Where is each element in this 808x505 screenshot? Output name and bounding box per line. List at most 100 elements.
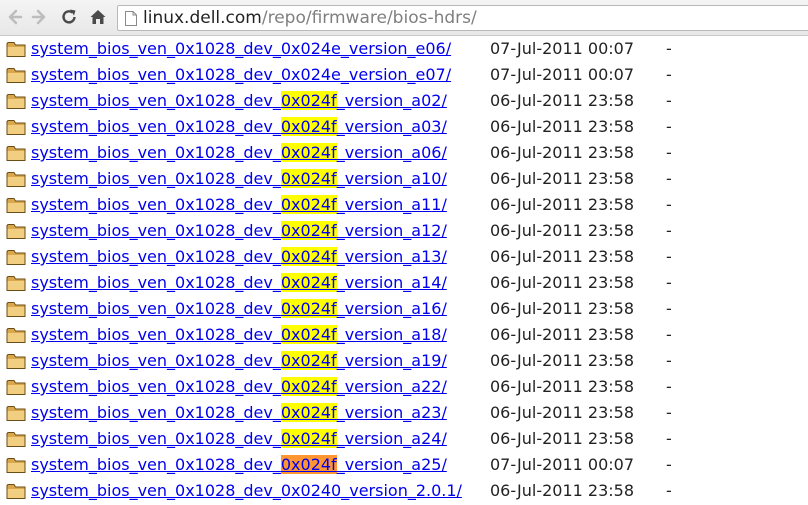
file-size: - [666, 221, 672, 240]
list-item: system_bios_ven_0x1028_dev_0x024f_versio… [0, 89, 808, 115]
directory-name-prefix: system_bios_ven_0x1028_dev_0x0240_versio… [31, 481, 462, 500]
folder-icon [6, 380, 26, 395]
find-match-highlight: 0x024f [280, 299, 337, 318]
file-size: - [666, 403, 672, 422]
url-path: /repo/firmware/bios-hdrs/ [261, 8, 477, 28]
list-item: system_bios_ven_0x1028_dev_0x024f_versio… [0, 375, 808, 401]
find-match-highlight: 0x024f [280, 221, 337, 240]
directory-name-suffix: _version_a25/ [336, 455, 447, 474]
directory-link[interactable]: system_bios_ven_0x1028_dev_0x024f_versio… [31, 220, 447, 242]
modified-date: 06-Jul-2011 23:58 [490, 117, 635, 136]
list-item: system_bios_ven_0x1028_dev_0x024e_versio… [0, 63, 808, 89]
file-size: - [666, 481, 672, 500]
modified-date: 06-Jul-2011 23:58 [490, 91, 635, 110]
directory-link[interactable]: system_bios_ven_0x1028_dev_0x024e_versio… [31, 38, 451, 60]
directory-link[interactable]: system_bios_ven_0x1028_dev_0x024f_versio… [31, 298, 447, 320]
modified-date: 06-Jul-2011 23:58 [490, 169, 635, 188]
back-button[interactable] [3, 6, 25, 28]
directory-name-prefix: system_bios_ven_0x1028_dev_ [31, 325, 281, 344]
modified-date: 06-Jul-2011 23:58 [490, 273, 635, 292]
folder-icon [6, 354, 26, 369]
modified-date: 06-Jul-2011 23:58 [490, 429, 635, 448]
browser-toolbar: linux.dell.com/repo/firmware/bios-hdrs/ [0, 0, 808, 36]
find-match-highlight: 0x024f [280, 403, 337, 422]
reload-icon [62, 9, 76, 24]
directory-link[interactable]: system_bios_ven_0x1028_dev_0x024f_versio… [31, 324, 447, 346]
directory-link[interactable]: system_bios_ven_0x1028_dev_0x024f_versio… [31, 402, 447, 424]
directory-name-prefix: system_bios_ven_0x1028_dev_ [31, 273, 281, 292]
directory-name-suffix: _version_a24/ [336, 429, 447, 448]
file-size: - [666, 273, 672, 292]
directory-link[interactable]: system_bios_ven_0x1028_dev_0x0240_versio… [31, 480, 462, 502]
directory-name-suffix: _version_a10/ [336, 169, 447, 188]
directory-name-suffix: _version_a12/ [336, 221, 447, 240]
find-active-match-highlight: 0x024f [280, 455, 337, 474]
directory-name-prefix: system_bios_ven_0x1028_dev_ [31, 351, 281, 370]
modified-date: 06-Jul-2011 23:58 [490, 377, 635, 396]
reload-button[interactable] [58, 6, 80, 28]
folder-icon [6, 172, 26, 187]
list-item: system_bios_ven_0x1028_dev_0x024f_versio… [0, 323, 808, 349]
folder-icon [6, 120, 26, 135]
directory-link[interactable]: system_bios_ven_0x1028_dev_0x024f_versio… [31, 168, 447, 190]
folder-icon [6, 250, 26, 265]
modified-date: 06-Jul-2011 23:58 [490, 143, 635, 162]
modified-date: 06-Jul-2011 23:58 [490, 247, 635, 266]
file-size: - [666, 299, 672, 318]
find-match-highlight: 0x024f [280, 195, 337, 214]
forward-button[interactable] [29, 6, 51, 28]
list-item: system_bios_ven_0x1028_dev_0x024f_versio… [0, 141, 808, 167]
modified-date: 07-Jul-2011 00:07 [490, 455, 635, 474]
address-bar[interactable]: linux.dell.com/repo/firmware/bios-hdrs/ [117, 5, 808, 31]
directory-link[interactable]: system_bios_ven_0x1028_dev_0x024f_versio… [31, 116, 447, 138]
find-match-highlight: 0x024f [280, 143, 337, 162]
directory-name-prefix: system_bios_ven_0x1028_dev_ [31, 91, 281, 110]
file-size: - [666, 351, 672, 370]
find-match-highlight: 0x024f [280, 325, 337, 344]
directory-link[interactable]: system_bios_ven_0x1028_dev_0x024e_versio… [31, 64, 451, 86]
directory-name-prefix: system_bios_ven_0x1028_dev_ [31, 429, 281, 448]
file-size: - [666, 429, 672, 448]
modified-date: 06-Jul-2011 23:58 [490, 403, 635, 422]
directory-name-suffix: _version_a22/ [336, 377, 447, 396]
folder-icon [6, 224, 26, 239]
directory-link[interactable]: system_bios_ven_0x1028_dev_0x024f_versio… [31, 90, 447, 112]
modified-date: 06-Jul-2011 23:58 [490, 195, 635, 214]
list-item: system_bios_ven_0x1028_dev_0x024f_versio… [0, 427, 808, 453]
list-item: system_bios_ven_0x1028_dev_0x0240_versio… [0, 479, 808, 505]
directory-link[interactable]: system_bios_ven_0x1028_dev_0x024f_versio… [31, 272, 447, 294]
directory-name-suffix: _version_a02/ [336, 91, 447, 110]
folder-icon [6, 42, 26, 57]
directory-link[interactable]: system_bios_ven_0x1028_dev_0x024f_versio… [31, 142, 447, 164]
list-item: system_bios_ven_0x1028_dev_0x024e_versio… [0, 37, 808, 63]
directory-link[interactable]: system_bios_ven_0x1028_dev_0x024f_versio… [31, 428, 447, 450]
page-icon [125, 11, 137, 26]
file-size: - [666, 65, 672, 84]
directory-link[interactable]: system_bios_ven_0x1028_dev_0x024f_versio… [31, 454, 447, 476]
file-size: - [666, 39, 672, 58]
directory-name-prefix: system_bios_ven_0x1028_dev_ [31, 455, 281, 474]
list-item: system_bios_ven_0x1028_dev_0x024f_versio… [0, 271, 808, 297]
file-size: - [666, 325, 672, 344]
directory-name-suffix: _version_a11/ [336, 195, 447, 214]
directory-name-prefix: system_bios_ven_0x1028_dev_ [31, 377, 281, 396]
directory-link[interactable]: system_bios_ven_0x1028_dev_0x024f_versio… [31, 194, 447, 216]
home-button[interactable] [87, 6, 109, 28]
directory-name-suffix: _version_a23/ [336, 403, 447, 422]
directory-listing: system_bios_ven_0x1028_dev_0x024e_versio… [0, 37, 808, 505]
directory-link[interactable]: system_bios_ven_0x1028_dev_0x024f_versio… [31, 376, 447, 398]
list-item: system_bios_ven_0x1028_dev_0x024f_versio… [0, 167, 808, 193]
find-match-highlight: 0x024f [280, 351, 337, 370]
directory-link[interactable]: system_bios_ven_0x1028_dev_0x024f_versio… [31, 350, 447, 372]
folder-icon [6, 198, 26, 213]
modified-date: 07-Jul-2011 00:07 [490, 65, 635, 84]
url-text[interactable]: linux.dell.com/repo/firmware/bios-hdrs/ [143, 8, 477, 28]
folder-icon [6, 406, 26, 421]
directory-link[interactable]: system_bios_ven_0x1028_dev_0x024f_versio… [31, 246, 447, 268]
folder-icon [6, 458, 26, 473]
folder-icon [6, 328, 26, 343]
list-item: system_bios_ven_0x1028_dev_0x024f_versio… [0, 115, 808, 141]
home-icon [90, 10, 106, 24]
modified-date: 06-Jul-2011 23:58 [490, 221, 635, 240]
file-size: - [666, 195, 672, 214]
